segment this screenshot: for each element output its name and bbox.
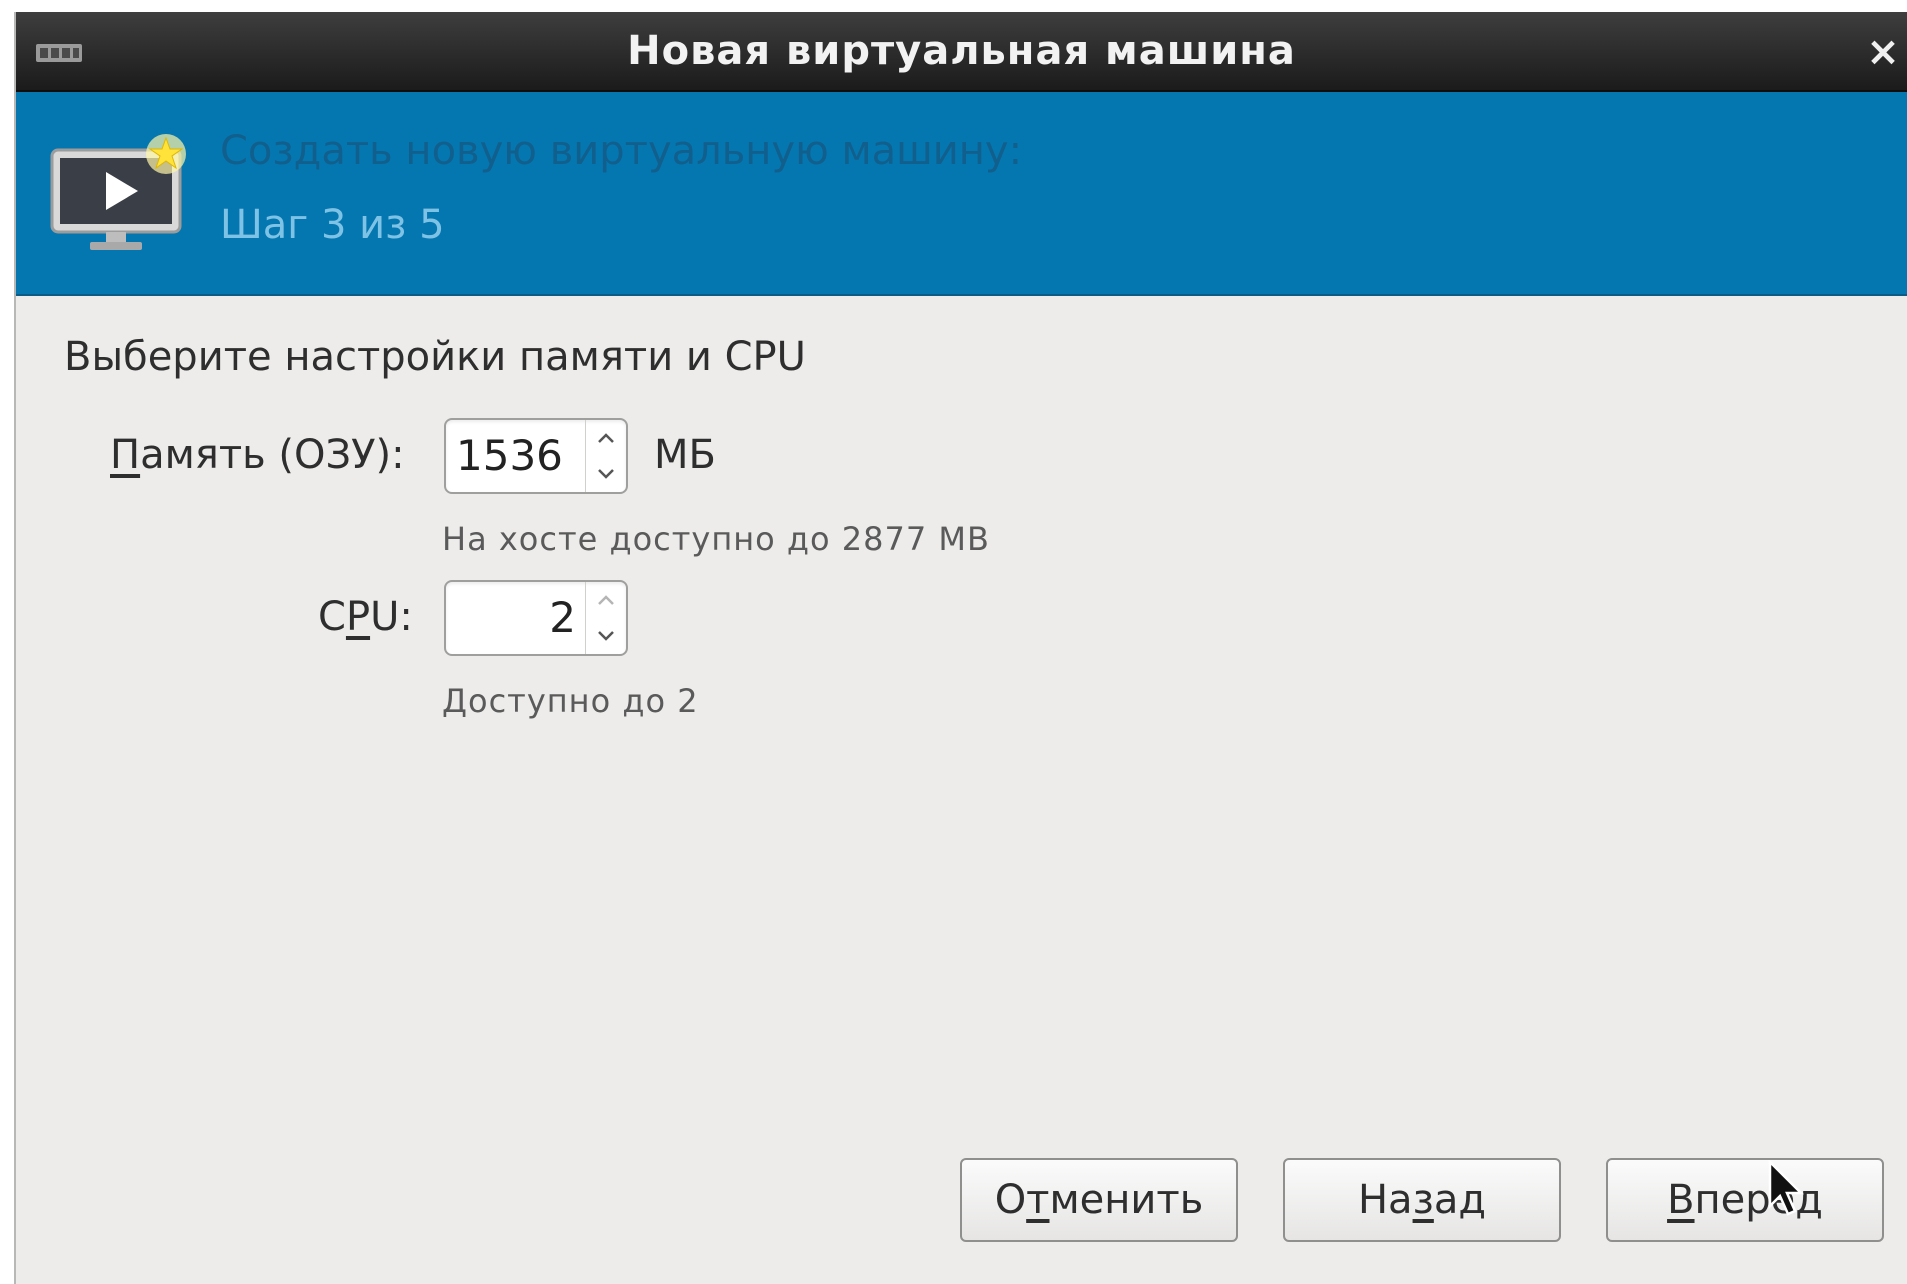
close-button[interactable]: × [1861, 30, 1905, 74]
cancel-button[interactable]: Отменить [960, 1158, 1238, 1242]
back-label-post: ад [1433, 1177, 1487, 1223]
chevron-up-icon [598, 433, 614, 443]
cancel-label-pre: О [994, 1177, 1027, 1223]
back-label-mnemonic: з [1412, 1177, 1434, 1223]
memory-stepper[interactable] [585, 420, 626, 492]
chevron-up-icon [598, 595, 614, 605]
memory-input[interactable]: 1536 [446, 420, 586, 492]
back-button[interactable]: Назад [1283, 1158, 1561, 1242]
cpu-label-mnemonic: P [345, 594, 371, 640]
window-title: Новая виртуальная машина [627, 28, 1296, 74]
memory-increment-button[interactable] [586, 420, 626, 456]
cpu-label-post: U: [370, 594, 413, 640]
memory-hint: На хосте доступно до 2877 МВ [442, 520, 990, 558]
cpu-decrement-button[interactable] [586, 618, 626, 654]
chevron-down-icon [598, 631, 614, 641]
forward-label-mnemonic: В [1667, 1177, 1695, 1223]
memory-decrement-button[interactable] [586, 456, 626, 492]
cpu-hint: Доступно до 2 [442, 682, 699, 720]
forward-button[interactable]: Вперёд [1606, 1158, 1884, 1242]
section-title: Выберите настройки памяти и CPU [64, 334, 806, 380]
chevron-down-icon [598, 469, 614, 479]
memory-label-text: амять (ОЗУ): [140, 432, 405, 478]
cpu-increment-button[interactable] [586, 582, 626, 618]
cpu-stepper[interactable] [585, 582, 626, 654]
wizard-header: Создать новую виртуальную машину: Шаг 3 … [16, 92, 1907, 296]
cpu-input[interactable]: 2 [446, 582, 586, 654]
wizard-title: Создать новую виртуальную машину: [220, 128, 1023, 174]
back-label-pre: На [1357, 1177, 1413, 1223]
cancel-label-post: менить [1049, 1177, 1204, 1223]
vm-monitor-new-icon [50, 134, 186, 250]
cpu-label: CPU: [318, 594, 413, 640]
memory-spinbox[interactable]: 1536 [444, 418, 628, 494]
memory-label: Память (ОЗУ): [110, 432, 405, 478]
cpu-spinbox[interactable]: 2 [444, 580, 628, 656]
cancel-label-mnemonic: т [1026, 1177, 1050, 1223]
title-bar[interactable]: Новая виртуальная машина × [16, 12, 1907, 92]
mouse-cursor-icon [1768, 1160, 1805, 1216]
wizard-step: Шаг 3 из 5 [220, 202, 445, 248]
memory-unit: МБ [654, 432, 716, 478]
new-vm-dialog: Новая виртуальная машина × Создать новую… [14, 12, 1907, 1284]
cpu-label-pre: C [318, 594, 346, 640]
memory-label-mnemonic: П [110, 432, 141, 478]
